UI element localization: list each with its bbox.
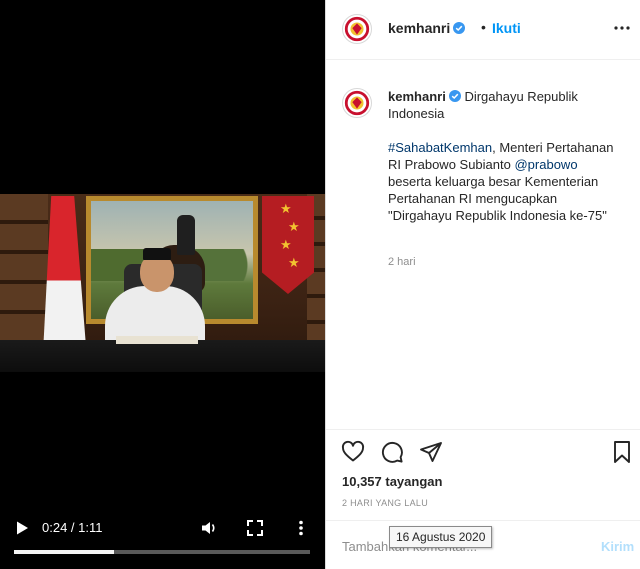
verified-badge-icon bbox=[453, 22, 466, 34]
video-player[interactable]: ★ ★ ★ ★ 0:24 / 1:11 bbox=[0, 0, 325, 569]
view-count[interactable]: 10,357 tayangan bbox=[342, 474, 442, 489]
action-bar bbox=[326, 430, 640, 470]
more-options-icon[interactable] bbox=[612, 18, 632, 38]
heart-icon[interactable] bbox=[341, 440, 365, 464]
caption-hashtag[interactable]: #SahabatKemhan bbox=[388, 140, 492, 155]
fullscreen-icon[interactable] bbox=[246, 519, 264, 537]
post-date[interactable]: 2 HARI YANG LALU bbox=[342, 498, 428, 508]
video-progress-fill bbox=[14, 550, 115, 554]
caption-mention[interactable]: @prabowo bbox=[514, 157, 577, 172]
header-separator: • bbox=[481, 19, 486, 35]
caption-area: kemhanri Dirgahayu Republik Indonesia #S… bbox=[326, 60, 640, 430]
caption-text: kemhanri Dirgahayu Republik Indonesia #S… bbox=[388, 88, 624, 224]
header-username-text[interactable]: kemhanri bbox=[388, 20, 450, 36]
avatar-logo-icon[interactable] bbox=[342, 14, 372, 44]
comment-icon[interactable] bbox=[380, 440, 404, 464]
post-comment-button[interactable]: Kirim bbox=[601, 539, 634, 554]
caption-body: #SahabatKemhan, Menteri Pertahanan RI Pr… bbox=[388, 139, 624, 224]
follow-button[interactable]: Ikuti bbox=[492, 20, 521, 36]
share-icon[interactable] bbox=[419, 440, 443, 464]
avatar-logo-icon[interactable] bbox=[342, 88, 372, 118]
video-frame[interactable]: ★ ★ ★ ★ bbox=[0, 194, 325, 372]
video-progress-bar[interactable] bbox=[14, 550, 310, 554]
date-tooltip: 16 Agustus 2020 bbox=[389, 526, 493, 548]
video-controls: 0:24 / 1:11 bbox=[0, 510, 325, 569]
caption-first-line: kemhanri Dirgahayu Republik Indonesia bbox=[388, 88, 624, 122]
caption-text-2: beserta keluarga besar Kementerian Perta… bbox=[388, 174, 607, 223]
video-desk-papers bbox=[116, 336, 198, 344]
post-header: kemhanri • Ikuti bbox=[326, 0, 640, 60]
verified-badge-icon bbox=[448, 90, 461, 102]
video-time-display: 0:24 / 1:11 bbox=[42, 520, 103, 535]
video-desk bbox=[0, 340, 325, 372]
bookmark-icon[interactable] bbox=[610, 440, 634, 464]
play-icon[interactable] bbox=[14, 520, 30, 536]
header-username[interactable]: kemhanri bbox=[388, 20, 466, 36]
video-person-cap bbox=[143, 248, 171, 260]
caption-age: 2 hari bbox=[388, 256, 416, 268]
post-info-panel: kemhanri • Ikuti kemhanri Dirgahayu Repu… bbox=[325, 0, 640, 569]
volume-icon[interactable] bbox=[200, 519, 218, 537]
caption-username[interactable]: kemhanri bbox=[388, 89, 446, 104]
more-vertical-icon[interactable] bbox=[292, 519, 310, 537]
